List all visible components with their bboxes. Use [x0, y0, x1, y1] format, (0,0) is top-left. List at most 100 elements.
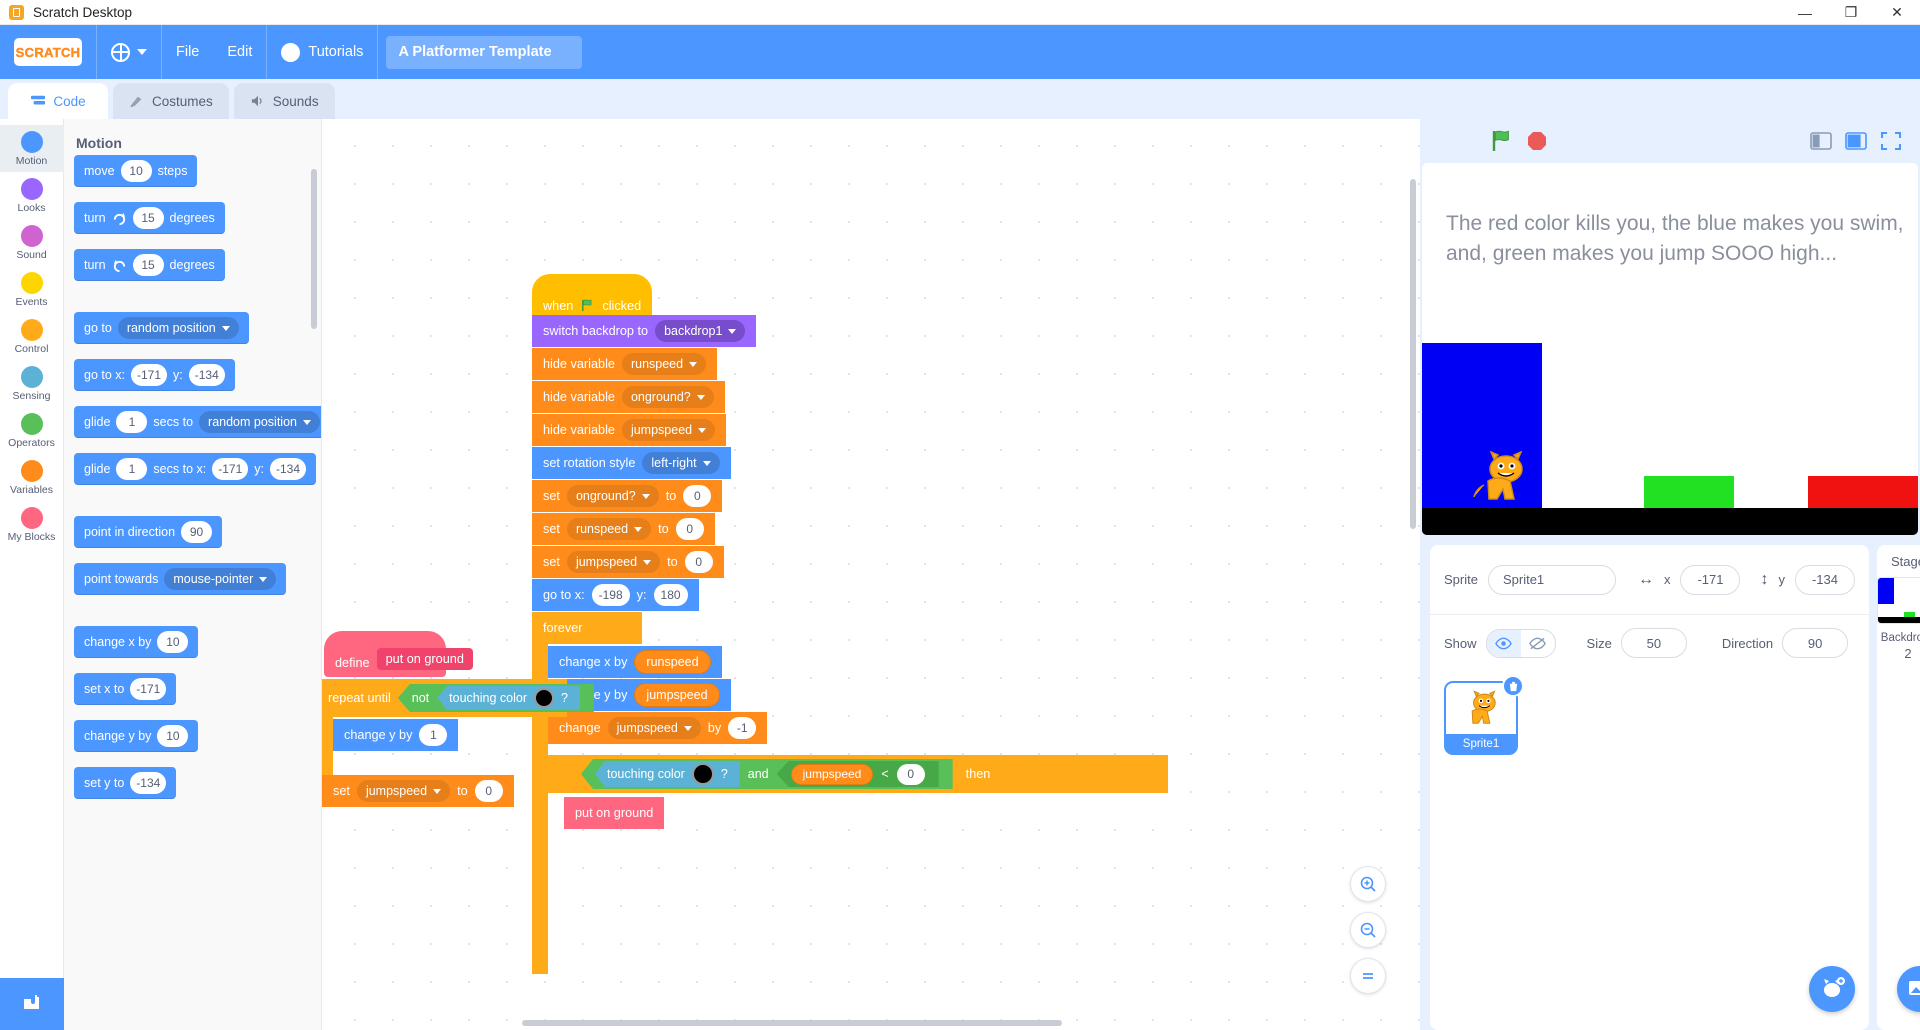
category-my-blocks[interactable]: My Blocks: [0, 501, 64, 548]
palette-block-go-to[interactable]: go to random position: [74, 312, 249, 344]
zoom-reset-button[interactable]: [1350, 958, 1386, 994]
variable-dropdown[interactable]: jumpspeed: [621, 419, 716, 441]
sprite-name-input[interactable]: Sprite1: [1487, 564, 1616, 595]
backdrop-dropdown[interactable]: backdrop1: [655, 320, 746, 342]
delete-sprite-button[interactable]: [1502, 675, 1524, 697]
stop-button[interactable]: [1524, 128, 1550, 154]
close-button[interactable]: ✕: [1874, 0, 1920, 25]
stage-thumbnail[interactable]: [1876, 577, 1920, 624]
block-set-onground[interactable]: set onground? to 0: [532, 480, 723, 512]
block-input-value[interactable]: 0: [675, 518, 704, 540]
block-input-degrees[interactable]: 15: [132, 254, 164, 276]
block-input-value[interactable]: 0: [684, 551, 713, 573]
block-input-value[interactable]: 0: [896, 763, 925, 785]
block-and-operator[interactable]: touching color ? and jumpspeed < 0: [581, 759, 953, 789]
block-input-x[interactable]: -171: [212, 458, 249, 480]
block-set-jumpspeed[interactable]: set jumpspeed to 0: [532, 546, 724, 578]
sprite-card-sprite1[interactable]: Sprite1: [1444, 675, 1524, 755]
palette-block-turn-left[interactable]: turn 15 degrees: [74, 249, 225, 281]
forever-header[interactable]: forever: [532, 612, 642, 644]
block-input-secs[interactable]: 1: [116, 458, 148, 480]
block-change-y-by-1[interactable]: change y by 1: [333, 719, 459, 751]
category-looks[interactable]: Looks: [0, 172, 64, 219]
variable-reporter-jumpspeed[interactable]: jumpspeed: [790, 763, 874, 785]
block-define-hat[interactable]: define put on ground: [324, 631, 473, 677]
palette-block-move-steps[interactable]: move 10 steps: [74, 155, 198, 187]
block-input-value[interactable]: -1: [728, 717, 757, 739]
block-input-x[interactable]: -198: [591, 584, 630, 606]
workspace-vertical-scrollbar[interactable]: [1410, 179, 1416, 529]
block-input-value[interactable]: 0: [474, 780, 503, 802]
variable-reporter-jumpspeed[interactable]: jumpspeed: [634, 683, 720, 707]
block-dropdown-target[interactable]: random position: [199, 411, 320, 433]
variable-dropdown[interactable]: jumpspeed: [607, 717, 701, 739]
block-less-than[interactable]: jumpspeed < 0: [776, 761, 939, 787]
palette-block-point-towards[interactable]: point towards mouse-pointer: [74, 563, 287, 595]
block-input-dy[interactable]: 10: [157, 725, 189, 747]
edit-menu[interactable]: Edit: [213, 25, 266, 79]
variable-dropdown[interactable]: onground?: [566, 485, 659, 507]
palette-block-set-x-to[interactable]: set x to -171: [74, 673, 177, 705]
zoom-in-button[interactable]: [1350, 866, 1386, 902]
stage-display[interactable]: The red color kills you, the blue makes …: [1422, 163, 1918, 535]
green-flag-button[interactable]: [1488, 127, 1516, 155]
large-stage-button[interactable]: [1843, 130, 1869, 152]
block-input-y[interactable]: -134: [188, 364, 225, 386]
file-menu[interactable]: File: [162, 25, 213, 79]
block-if-then[interactable]: touching color ? and jumpspeed < 0 then: [548, 755, 1168, 793]
tab-costumes[interactable]: Costumes: [113, 83, 229, 119]
block-hide-variable-onground[interactable]: hide variable onground?: [532, 381, 725, 413]
palette-scrollbar[interactable]: [311, 169, 317, 329]
block-input-degrees[interactable]: 15: [132, 207, 164, 229]
repeat-until-header[interactable]: repeat until not touching color ?: [322, 679, 594, 717]
block-input-y[interactable]: -134: [130, 772, 167, 794]
block-dropdown-target[interactable]: random position: [117, 317, 239, 339]
palette-block-change-y-by[interactable]: change y by 10: [74, 720, 199, 752]
variable-dropdown[interactable]: onground?: [621, 386, 714, 408]
add-backdrop-button[interactable]: [1896, 966, 1920, 1012]
sprite-x-input[interactable]: -171: [1680, 564, 1741, 595]
block-input-y[interactable]: -134: [269, 458, 307, 480]
tab-sounds[interactable]: Sounds: [233, 83, 335, 119]
block-input-steps[interactable]: 10: [120, 160, 152, 182]
color-picker-swatch[interactable]: [534, 688, 554, 708]
category-control[interactable]: Control: [0, 313, 64, 360]
block-set-jumpspeed-zero[interactable]: set jumpspeed to 0: [322, 775, 514, 807]
block-input-secs[interactable]: 1: [116, 411, 148, 433]
block-input-value[interactable]: 1: [419, 724, 448, 746]
block-change-jumpspeed-by[interactable]: change jumpspeed by -1: [548, 712, 768, 744]
project-title-field[interactable]: A Platformer Template: [386, 35, 583, 69]
block-input-value[interactable]: 0: [683, 485, 712, 507]
sprite-y-input[interactable]: -134: [1794, 564, 1855, 595]
color-picker-swatch[interactable]: [691, 763, 714, 785]
variable-reporter-runspeed[interactable]: runspeed: [634, 650, 711, 674]
show-sprite-button[interactable]: [1486, 629, 1521, 657]
palette-block-change-x-by[interactable]: change x by 10: [74, 626, 199, 658]
zoom-out-button[interactable]: [1350, 912, 1386, 948]
block-input-x[interactable]: -171: [130, 678, 167, 700]
block-switch-backdrop[interactable]: switch backdrop to backdrop1: [532, 315, 757, 347]
palette-block-go-to-xy[interactable]: go to x: -171 y: -134: [74, 359, 235, 391]
block-input-direction[interactable]: 90: [181, 521, 213, 543]
category-sound[interactable]: Sound: [0, 219, 64, 266]
palette-block-set-y-to[interactable]: set y to -134: [74, 767, 177, 799]
palette-block-glide-to[interactable]: glide 1 secs to random position: [74, 406, 321, 438]
block-hide-variable-runspeed[interactable]: hide variable runspeed: [532, 348, 718, 380]
category-motion[interactable]: Motion: [0, 125, 64, 172]
variable-dropdown[interactable]: jumpspeed: [566, 551, 661, 573]
block-touching-color-2[interactable]: touching color ?: [595, 761, 740, 787]
add-sprite-button[interactable]: [1808, 966, 1855, 1012]
palette-block-glide-to-xy[interactable]: glide 1 secs to x: -171 y: -134: [74, 453, 317, 485]
tab-code[interactable]: Code: [8, 83, 108, 119]
variable-dropdown[interactable]: jumpspeed: [356, 780, 451, 802]
variable-dropdown[interactable]: runspeed: [621, 353, 707, 375]
rotation-style-dropdown[interactable]: left-right: [642, 452, 720, 474]
block-set-runspeed[interactable]: set runspeed to 0: [532, 513, 715, 545]
category-sensing[interactable]: Sensing: [0, 360, 64, 407]
tutorials-menu[interactable]: Tutorials: [267, 25, 377, 79]
fullscreen-button[interactable]: [1878, 130, 1904, 152]
variable-dropdown[interactable]: runspeed: [566, 518, 652, 540]
block-go-to-xy[interactable]: go to x: -198 y: 180: [532, 579, 699, 611]
block-when-flag-clicked[interactable]: when clicked: [532, 274, 653, 320]
code-workspace[interactable]: when clicked switch backdrop to backdrop…: [322, 119, 1420, 1030]
